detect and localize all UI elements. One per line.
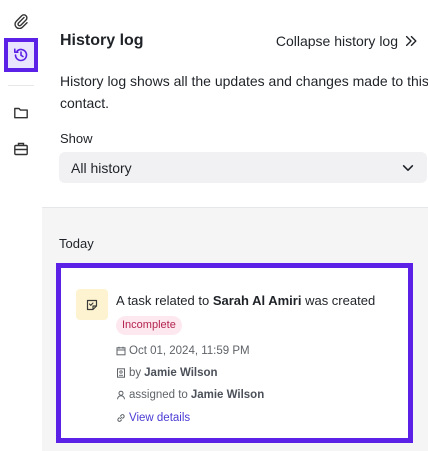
calendar-icon	[116, 346, 126, 356]
entry-contact-name: Sarah Al Amiri	[212, 293, 302, 308]
entry-prefix: A task related to	[116, 293, 213, 308]
created-by-prefix: by	[129, 367, 142, 379]
attachments-button[interactable]	[5, 5, 37, 37]
panel-title: History log	[60, 32, 144, 49]
briefcase-icon	[14, 142, 28, 156]
chevron-down-icon	[402, 164, 414, 171]
view-details-link[interactable]: View details	[116, 412, 190, 424]
task-icon	[86, 299, 98, 310]
entry-suffix: was created	[301, 293, 376, 308]
created-by-name: Jamie Wilson	[144, 367, 218, 379]
panel-header: History log Collapse history log	[60, 31, 428, 53]
collapse-label: Collapse history log	[275, 33, 398, 49]
collapse-history-button[interactable]: Collapse history log	[276, 31, 418, 51]
assigned-name: Jamie Wilson	[190, 389, 265, 401]
user-icon	[117, 390, 125, 400]
double-chevron-right-icon	[405, 35, 417, 47]
entry-assigned-to: assigned to Jamie Wilson	[116, 389, 264, 401]
filter-label: Show	[60, 131, 93, 146]
status-badge: Incomplete	[116, 316, 182, 335]
paperclip-icon	[14, 14, 28, 29]
folder-icon	[14, 107, 28, 119]
entry-datetime-text: Oct 01, 2024, 11:59 PM	[129, 345, 250, 357]
task-icon-tile	[76, 289, 108, 320]
history-entry-card[interactable]: A task related to Sarah Al Amiri was cre…	[56, 263, 413, 443]
filter-selected-value: All history	[71, 159, 132, 176]
history-timeline: Today A task related to Sarah Al Amiri w…	[42, 207, 428, 451]
history-description: History log shows all the updates and ch…	[60, 73, 428, 111]
rail-divider	[8, 85, 34, 86]
history-filter-select[interactable]: All history	[59, 152, 427, 183]
entry-datetime: Oct 01, 2024, 11:59 PM	[116, 345, 250, 357]
history-panel: History log Collapse history log History…	[42, 0, 428, 451]
side-rail	[0, 0, 42, 450]
files-button[interactable]	[5, 97, 37, 129]
history-button[interactable]	[4, 38, 38, 72]
user-card-icon	[117, 368, 125, 378]
history-icon	[14, 48, 28, 62]
assigned-prefix: assigned to	[129, 389, 188, 401]
view-details-label[interactable]: View details	[129, 412, 190, 424]
entry-created-by: by Jamie Wilson	[116, 367, 218, 379]
deals-button[interactable]	[5, 133, 37, 165]
link-icon	[117, 414, 125, 422]
timeline-group-label: Today	[59, 236, 94, 251]
entry-description: A task related to Sarah Al Amiri was cre…	[116, 293, 375, 308]
